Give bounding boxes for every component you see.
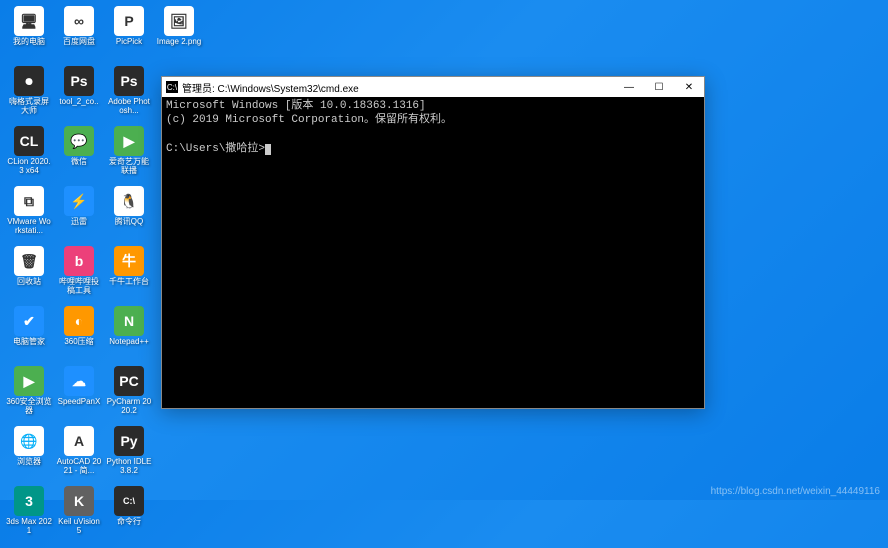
icon-label: 360安全浏览器 [6, 398, 52, 416]
desktop-icon[interactable]: Ps Adobe Photosh... [106, 66, 152, 122]
desktop-icon[interactable]: 🖼 Image 2.png [156, 6, 202, 62]
icon-label: 3ds Max 2021 [6, 518, 52, 536]
app-icon: ▶ [14, 366, 44, 396]
icon-label: tool_2_co.. [59, 98, 98, 107]
icon-label: 浏览器 [17, 458, 41, 467]
desktop-icon[interactable]: N Notepad++ [106, 306, 152, 362]
app-icon: ⚡ [64, 186, 94, 216]
watermark-text: https://blog.csdn.net/weixin_44449116 [711, 486, 880, 497]
app-icon: ✔ [14, 306, 44, 336]
app-icon: N [114, 306, 144, 336]
cursor [265, 144, 271, 155]
cmd-titlebar[interactable]: C:\ 管理员: C:\Windows\System32\cmd.exe — ☐… [162, 77, 704, 97]
desktop-icon[interactable]: 🌐 浏览器 [6, 426, 52, 482]
desktop-icon[interactable]: ∞ 百度网盘 [56, 6, 102, 62]
desktop-icon[interactable]: C:\ 命令行 [106, 486, 152, 542]
icon-label: VMware Workstati... [6, 218, 52, 236]
app-icon: ◐ [64, 306, 94, 336]
desktop-icon[interactable]: 牛千牛工作台 [106, 246, 152, 302]
app-icon: ▶ [114, 126, 144, 156]
app-icon: K [64, 486, 94, 516]
icon-label: 微信 [71, 158, 87, 167]
cmd-terminal-body[interactable]: Microsoft Windows [版本 10.0.18363.1316] (… [162, 97, 704, 408]
app-icon: 🖥 [14, 6, 44, 36]
desktop-icon[interactable]: ☁ SpeedPanX [56, 366, 102, 422]
maximize-button[interactable]: ☐ [644, 77, 674, 97]
icon-label: 百度网盘 [63, 38, 95, 47]
icon-label: 千牛工作台 [109, 278, 149, 287]
desktop-icon[interactable]: ▶ 360安全浏览器 [6, 366, 52, 422]
desktop-icon[interactable]: 🖥 我的电脑 [6, 6, 52, 62]
icon-label: 电脑管家 [13, 338, 45, 347]
icon-label: 腾讯QQ [115, 218, 143, 227]
desktop-icon[interactable]: P PicPick [106, 6, 152, 62]
app-icon: 3 [14, 486, 44, 516]
desktop-icon[interactable]: ◐ 360压缩 [56, 306, 102, 362]
icon-label: Python IDLE 3.8.2 [106, 458, 152, 476]
icon-label: Notepad++ [109, 338, 149, 347]
icon-label: AutoCAD 2021 - 简... [56, 458, 102, 476]
icon-label: 哔哩哔哩投稿工具 [56, 278, 102, 296]
cmd-title: 管理员: C:\Windows\System32\cmd.exe [182, 80, 614, 95]
desktop-icon[interactable]: 3 3ds Max 2021 [6, 486, 52, 542]
icon-label: Image 2.png [157, 38, 201, 47]
app-icon: A [64, 426, 94, 456]
desktop-icon[interactable]: 💬 微信 [56, 126, 102, 182]
desktop[interactable]: 🖥我的电脑∞百度网盘PPicPick🖼Image 2.png⏺嗨格式录屏大师Ps… [0, 0, 888, 500]
desktop-icon[interactable]: ▶ 爱奇艺万能联播 [106, 126, 152, 182]
desktop-icon[interactable]: ✔ 电脑管家 [6, 306, 52, 362]
desktop-icon[interactable]: ⚡ 迅雷 [56, 186, 102, 242]
app-icon: ⧉ [14, 186, 44, 216]
desktop-icon[interactable]: A AutoCAD 2021 - 简... [56, 426, 102, 482]
app-icon: CL [14, 126, 44, 156]
app-icon: ∞ [64, 6, 94, 36]
app-icon: 🌐 [14, 426, 44, 456]
app-icon: Ps [114, 66, 144, 96]
app-icon: ⏺ [14, 66, 44, 96]
window-controls: — ☐ ✕ [614, 77, 704, 97]
icon-label: 回收站 [17, 278, 41, 287]
icon-label: 爱奇艺万能联播 [106, 158, 152, 176]
cmd-output-line: Microsoft Windows [版本 10.0.18363.1316] [166, 100, 426, 112]
app-icon: 🗑 [14, 246, 44, 276]
app-icon: 牛 [114, 246, 144, 276]
desktop-icon[interactable]: ⏺ 嗨格式录屏大师 [6, 66, 52, 122]
app-icon: PC [114, 366, 144, 396]
desktop-icon[interactable]: PC PyCharm 2020.2 [106, 366, 152, 422]
icon-label: CLion 2020.3 x64 [6, 158, 52, 176]
app-icon: 🖼 [164, 6, 194, 36]
app-icon: Ps [64, 66, 94, 96]
icon-label: Adobe Photosh... [106, 98, 152, 116]
icon-label: 命令行 [117, 518, 141, 527]
cmd-icon: C:\ [166, 81, 178, 93]
desktop-icon[interactable]: Py Python IDLE 3.8.2 [106, 426, 152, 482]
app-icon: C:\ [114, 486, 144, 516]
icon-label: Keil uVision5 [56, 518, 102, 536]
icon-label: 我的电脑 [13, 38, 45, 47]
app-icon: P [114, 6, 144, 36]
cmd-window[interactable]: C:\ 管理员: C:\Windows\System32\cmd.exe — ☐… [161, 76, 705, 409]
minimize-button[interactable]: — [614, 77, 644, 97]
cmd-prompt: C:\Users\撒哈拉> [166, 143, 265, 155]
app-icon: 💬 [64, 126, 94, 156]
app-icon: Py [114, 426, 144, 456]
desktop-icon[interactable]: b 哔哩哔哩投稿工具 [56, 246, 102, 302]
desktop-icon[interactable]: Ps tool_2_co.. [56, 66, 102, 122]
desktop-icon[interactable]: ⧉ VMware Workstati... [6, 186, 52, 242]
app-icon: b [64, 246, 94, 276]
app-icon: 🐧 [114, 186, 144, 216]
app-icon: ☁ [64, 366, 94, 396]
desktop-icon[interactable]: CL CLion 2020.3 x64 [6, 126, 52, 182]
icon-label: PicPick [116, 38, 142, 47]
desktop-icon[interactable]: 🐧 腾讯QQ [106, 186, 152, 242]
desktop-icon[interactable]: 🗑 回收站 [6, 246, 52, 302]
icon-label: PyCharm 2020.2 [106, 398, 152, 416]
icon-label: 360压缩 [64, 338, 93, 347]
icon-label: SpeedPanX [58, 398, 101, 407]
icon-label: 迅雷 [71, 218, 87, 227]
icon-label: 嗨格式录屏大师 [6, 98, 52, 116]
cmd-output-line: (c) 2019 Microsoft Corporation。保留所有权利。 [166, 114, 452, 126]
desktop-icon[interactable]: K Keil uVision5 [56, 486, 102, 542]
close-button[interactable]: ✕ [674, 77, 704, 97]
